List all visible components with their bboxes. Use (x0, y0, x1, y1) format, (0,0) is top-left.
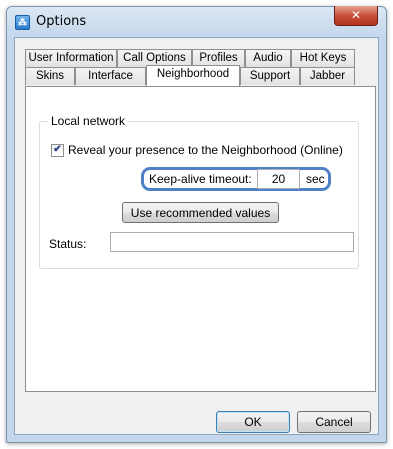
tab-audio[interactable]: Audio (245, 49, 291, 67)
keepalive-timeout-input[interactable] (257, 169, 300, 189)
reveal-presence-checkbox[interactable]: ✔ (51, 143, 64, 157)
group-label: Local network (48, 114, 129, 128)
status-field[interactable] (110, 232, 354, 252)
tab-interface[interactable]: Interface (75, 67, 146, 85)
window-title: Options (36, 14, 87, 29)
status-label: Status: (49, 237, 87, 251)
tab-jabber[interactable]: Jabber (300, 67, 355, 85)
neighborhood-panel: Local network ✔ Reveal your presence to … (25, 86, 376, 392)
tab-skins[interactable]: Skins (25, 67, 75, 85)
title-bar[interactable]: ⁂ Options ✕ (7, 6, 386, 37)
keepalive-label: Keep-alive timeout: (149, 172, 252, 186)
options-app-icon: ⁂ (15, 15, 30, 30)
local-network-group: Local network ✔ Reveal your presence to … (39, 114, 359, 269)
dialog-body: User Information Call Options Profiles A… (14, 37, 379, 435)
keepalive-unit-label: sec (306, 172, 325, 186)
tab-support[interactable]: Support (240, 67, 300, 85)
tab-user-information[interactable]: User Information (25, 49, 117, 67)
tab-neighborhood[interactable]: Neighborhood (146, 65, 240, 86)
use-recommended-values-button[interactable]: Use recommended values (122, 202, 279, 223)
close-button[interactable]: ✕ (334, 6, 378, 26)
reveal-presence-label[interactable]: Reveal your presence to the Neighborhood… (68, 143, 343, 157)
ok-button[interactable]: OK (216, 411, 290, 433)
reveal-presence-row[interactable]: ✔ Reveal your presence to the Neighborho… (51, 143, 343, 157)
checkmark-icon: ✔ (53, 144, 62, 155)
tab-hot-keys[interactable]: Hot Keys (291, 49, 355, 67)
options-window: ⁂ Options ✕ User Information Call Option… (6, 6, 387, 443)
cancel-button[interactable]: Cancel (297, 411, 371, 433)
close-icon: ✕ (350, 8, 362, 22)
